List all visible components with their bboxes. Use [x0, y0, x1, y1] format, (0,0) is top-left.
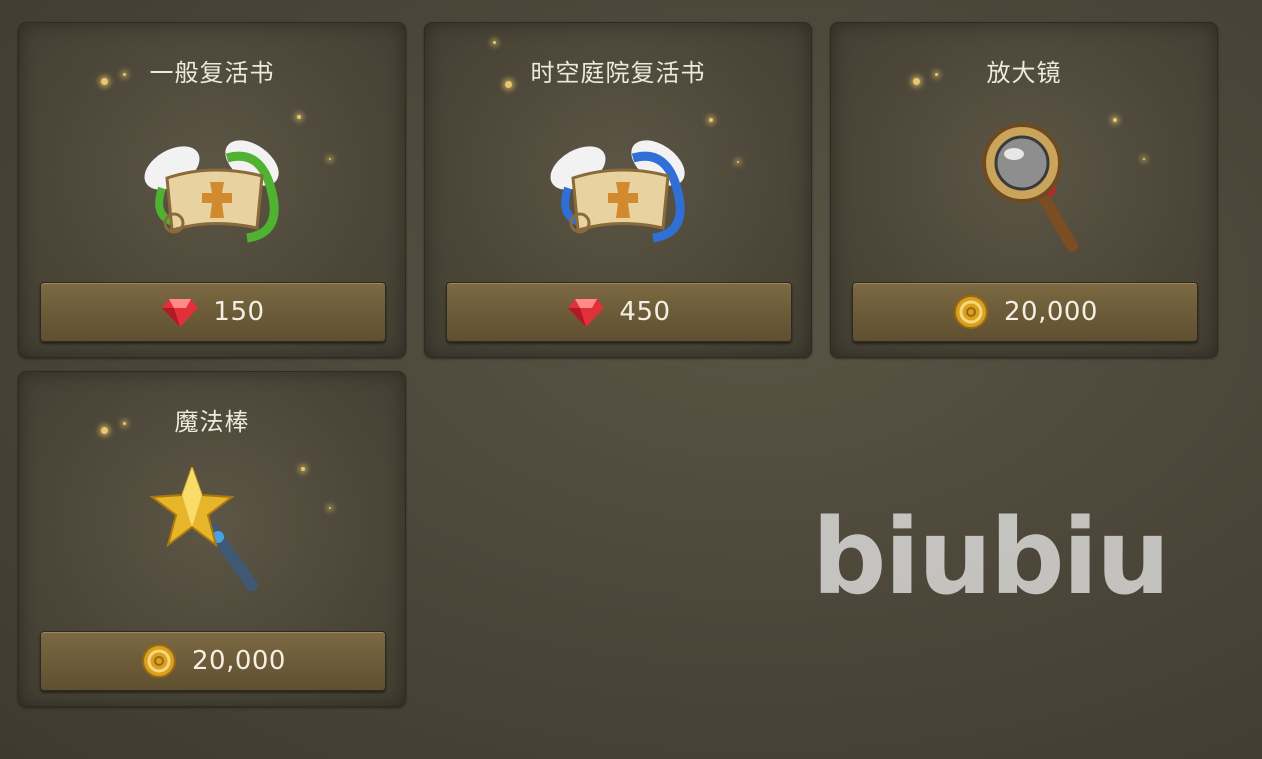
sparkle [1143, 158, 1145, 160]
buy-button[interactable]: 20,000 [852, 282, 1198, 342]
winged-scroll-green-icon [144, 140, 279, 243]
price-value: 450 [619, 297, 671, 327]
gold-coin-icon [954, 295, 988, 329]
sparkle [493, 41, 496, 44]
buy-button[interactable]: 450 [446, 282, 792, 342]
magnifying-glass-icon [982, 123, 1078, 252]
winged-scroll-blue-icon [550, 140, 685, 243]
sparkle [301, 467, 305, 471]
gold-coin-icon [142, 644, 176, 678]
magic-wand-icon [149, 467, 258, 591]
buy-button[interactable]: 20,000 [40, 631, 386, 691]
shop-item-card[interactable]: 放大镜 20,000 [830, 22, 1218, 358]
sparkle [709, 118, 713, 122]
sparkle [297, 115, 301, 119]
item-name: 魔法棒 [174, 408, 250, 436]
price-value: 150 [213, 297, 265, 327]
price-value: 20,000 [1004, 297, 1098, 327]
ruby-icon [162, 299, 199, 327]
price-value: 20,000 [192, 646, 286, 676]
sparkle [737, 161, 739, 163]
sparkle [329, 507, 331, 509]
buy-button[interactable]: 150 [40, 282, 386, 342]
item-name: 放大镜 [986, 59, 1062, 87]
watermark-logo: biubiu [812, 496, 1170, 618]
item-name: 时空庭院复活书 [530, 59, 706, 87]
item-name: 一般复活书 [149, 59, 275, 87]
sparkle [1113, 118, 1117, 122]
shop-item-card[interactable]: 一般复活书 150 [18, 22, 406, 358]
shop-item-card[interactable]: 魔法棒 20,000 [18, 371, 406, 707]
shop-item-card[interactable]: 时空庭院复活书 450 [424, 22, 812, 358]
ruby-icon [568, 299, 605, 327]
sparkle [329, 158, 331, 160]
